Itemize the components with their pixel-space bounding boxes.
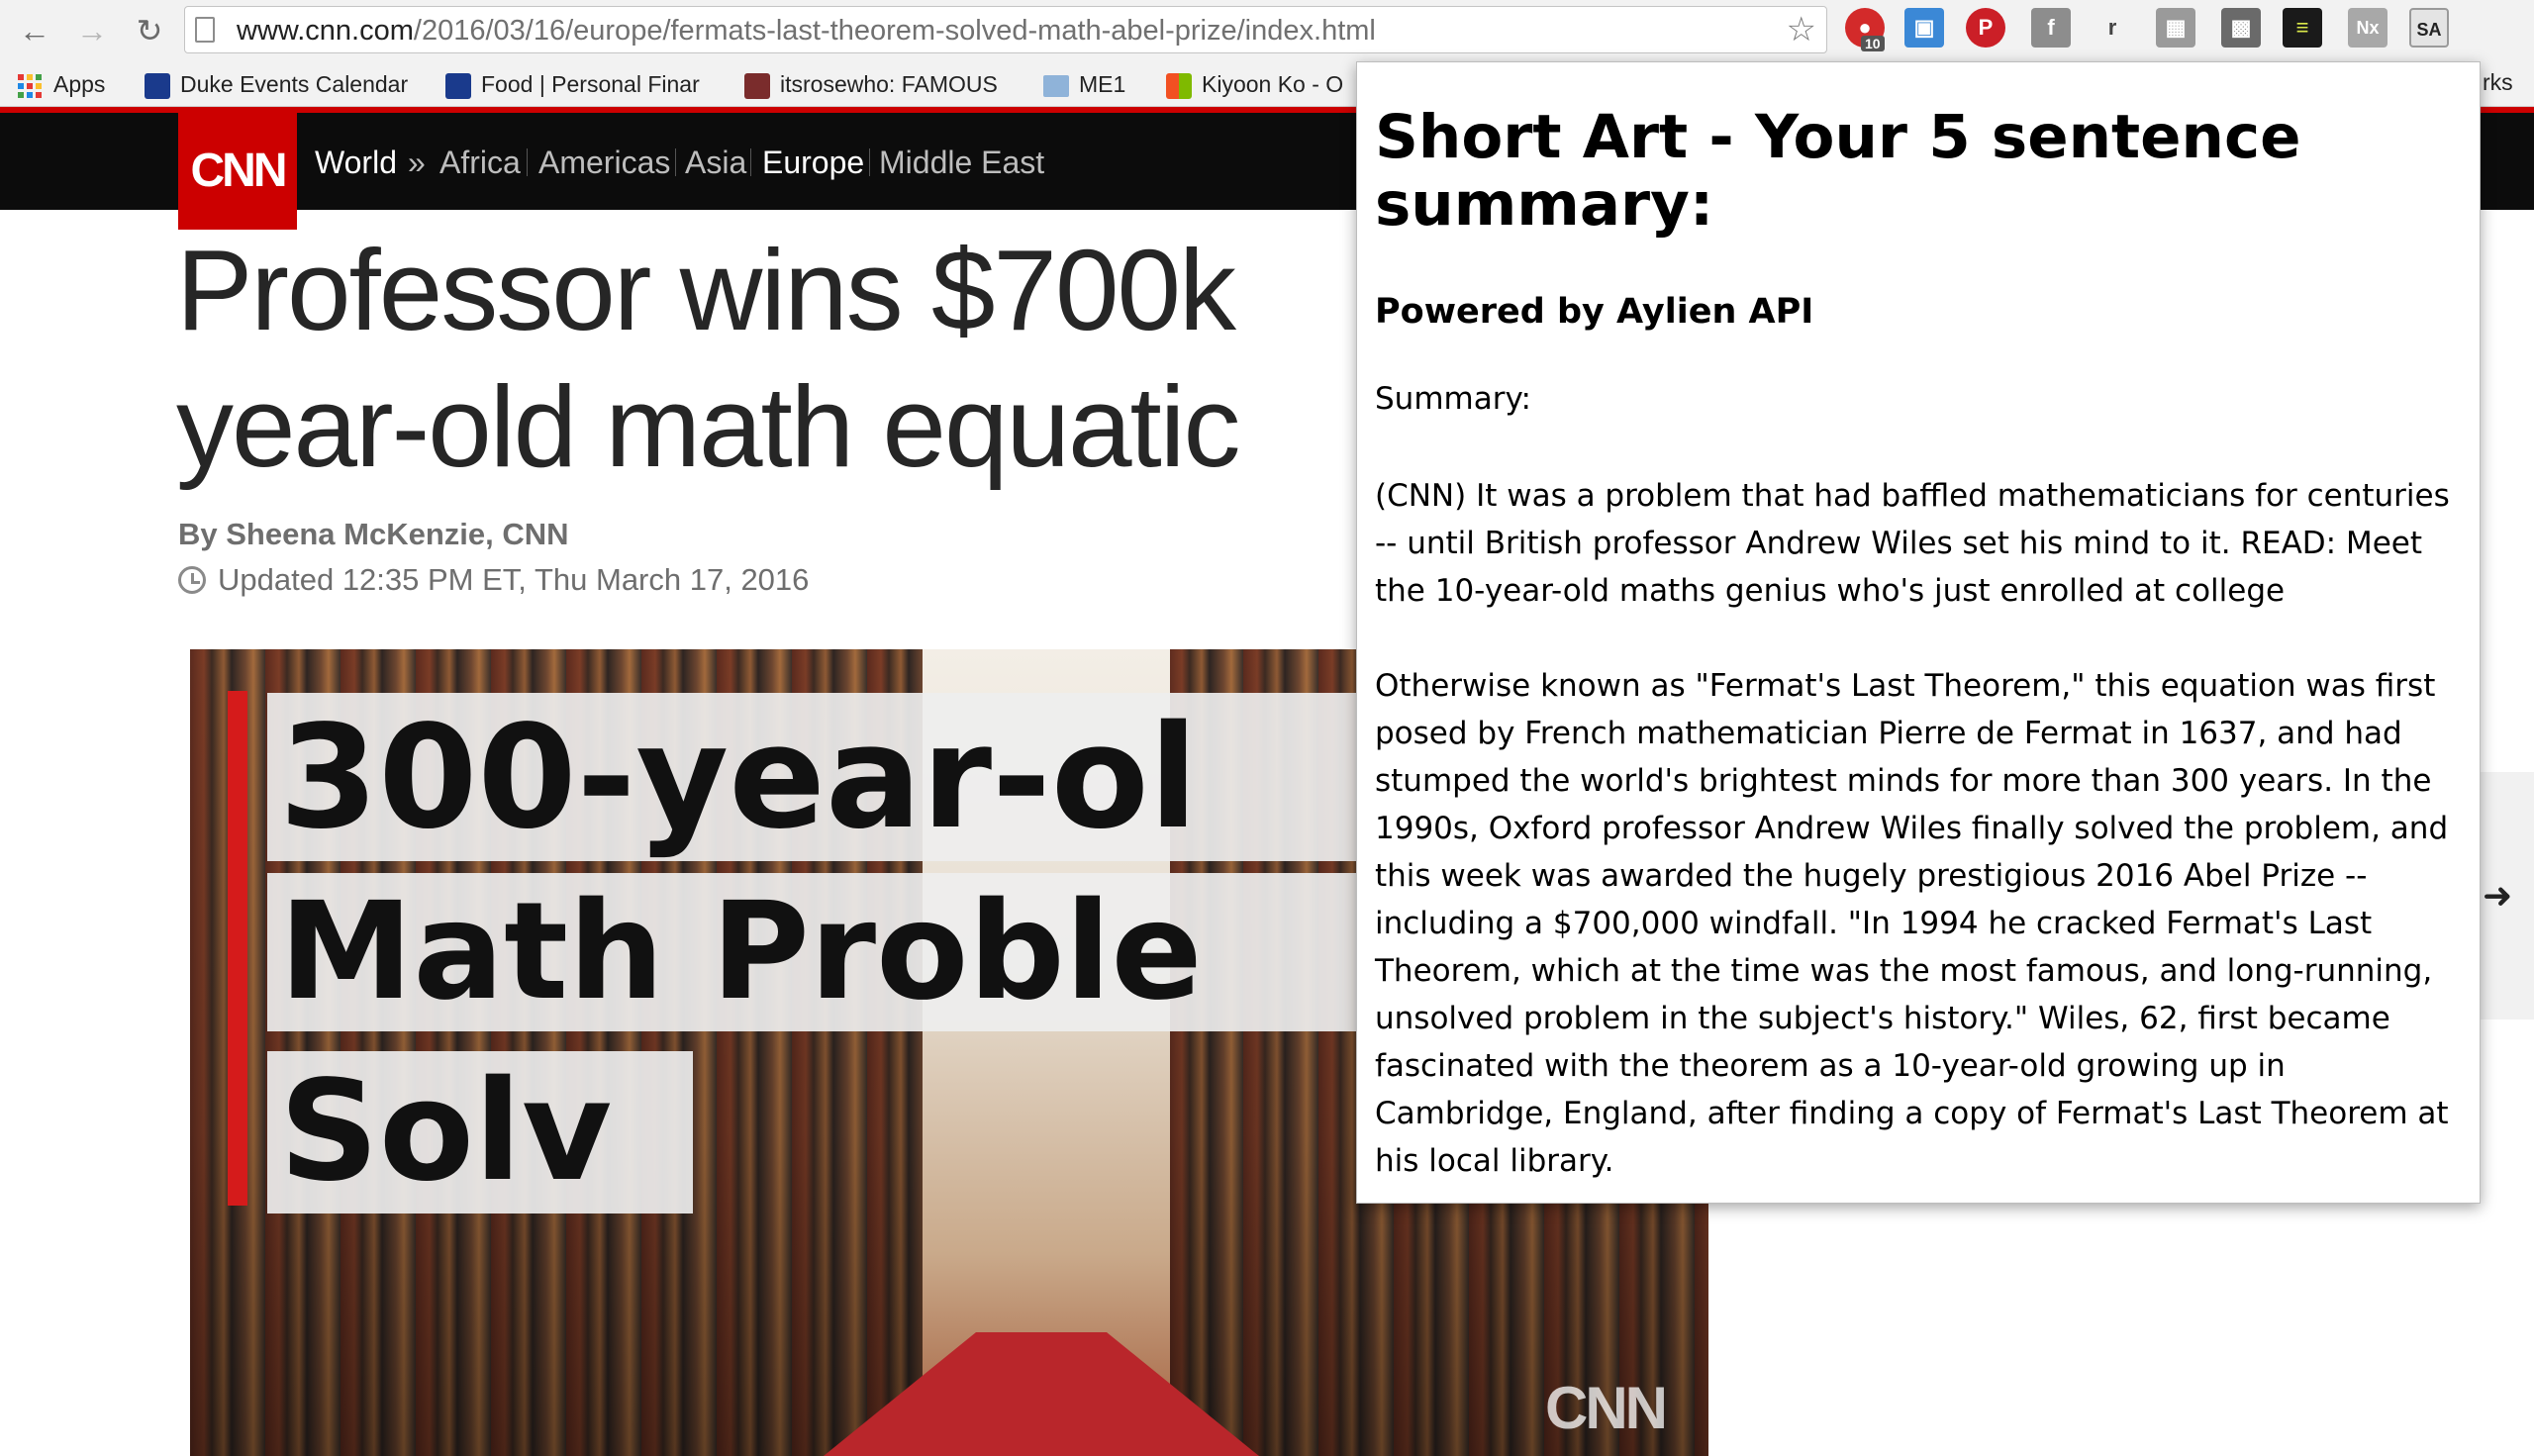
breadcrumb-asia[interactable]: Asia — [685, 145, 746, 181]
bookmark-itsrosewho[interactable]: itsrosewho: FAMOUS — [744, 69, 1018, 99]
bookmark-label: Food | Personal Finar — [481, 71, 700, 97]
reload-icon[interactable]: ↻ — [129, 10, 170, 51]
breadcrumb-divider — [527, 148, 528, 176]
bookmark-label: Duke Events Calendar — [180, 71, 409, 97]
extension-f-icon[interactable]: f — [2031, 8, 2071, 48]
browser-toolbar: ← → ↻ www.cnn.com/2016/03/16/europe/ferm… — [0, 0, 2534, 61]
extension-stack-icon[interactable]: ▦ — [2156, 8, 2195, 48]
breadcrumb-separator: » — [408, 145, 426, 180]
url-path: /2016/03/16/europe/fermats-last-theorem-… — [413, 15, 1376, 47]
breadcrumb-europe[interactable]: Europe — [762, 145, 864, 181]
bookmark-label: Apps — [53, 71, 106, 97]
breadcrumb-divider — [869, 148, 870, 176]
microsoft-icon — [1166, 72, 1192, 99]
popup-subtitle: Powered by Aylien API — [1375, 292, 1814, 332]
breadcrumb-americas[interactable]: Americas — [538, 145, 670, 181]
popup-title: Short Art - Your 5 sentence summary: — [1375, 102, 2301, 240]
article-byline[interactable]: By Sheena McKenzie, CNN — [178, 517, 569, 552]
forward-icon[interactable]: → — [71, 10, 113, 51]
bookmark-overflow[interactable]: rks — [2483, 69, 2513, 96]
url-text[interactable]: www.cnn.com/2016/03/16/europe/fermats-la… — [237, 15, 1376, 48]
apps-grid-icon — [18, 73, 42, 98]
breadcrumb-world[interactable]: World — [315, 145, 397, 181]
article-timestamp: Updated 12:35 PM ET, Thu March 17, 2016 — [178, 562, 809, 598]
headline-line-2: year-old math equatic — [176, 362, 1240, 491]
updated-text: Updated 12:35 PM ET, Thu March 17, 2016 — [218, 562, 810, 597]
short-art-popup: Short Art - Your 5 sentence summary: Pow… — [1356, 61, 2481, 1204]
summary-paragraph-2: Otherwise known as "Fermat's Last Theore… — [1375, 668, 2449, 1179]
video-title-accent — [228, 691, 247, 1206]
url-domain: www.cnn.com — [237, 15, 414, 47]
breadcrumb-divider — [675, 148, 676, 176]
headline-line-1: Professor wins $700k — [176, 226, 1236, 354]
summary-paragraph-1: (CNN) It was a problem that had baffled … — [1375, 478, 2450, 609]
extension-badge: 10 — [1861, 36, 1885, 51]
breadcrumb-africa[interactable]: Africa — [439, 145, 521, 181]
bookmark-duke-events[interactable]: Duke Events Calendar — [145, 69, 408, 99]
address-bar[interactable]: www.cnn.com/2016/03/16/europe/fermats-la… — [184, 6, 1827, 53]
bookmark-label: Kiyoon Ko - O — [1202, 71, 1344, 97]
next-arrow-icon[interactable]: ➜ — [2483, 875, 2512, 917]
bookmark-kiyoon-ko[interactable]: Kiyoon Ko - O — [1166, 69, 1354, 99]
breadcrumb-divider — [750, 148, 751, 176]
extension-adblock-icon[interactable]: ● 10 — [1845, 8, 1885, 51]
page-icon — [195, 17, 215, 43]
extension-r-icon[interactable]: r — [2093, 8, 2132, 48]
back-icon[interactable]: ← — [14, 10, 55, 51]
bookmark-food-finance[interactable]: Food | Personal Finar — [445, 69, 723, 99]
extension-nx-icon[interactable]: Nx — [2348, 8, 2388, 48]
video-title-line-2: Math Proble — [267, 873, 1455, 1031]
duke-icon — [445, 72, 471, 99]
video-title-line-3: Solv — [267, 1051, 693, 1213]
bookmark-me1[interactable]: ME1 — [1043, 69, 1125, 99]
video-title-line-1: 300-year-ol — [267, 693, 1514, 861]
short-art-extension-icon[interactable]: SA — [2409, 8, 2449, 48]
pinterest-icon[interactable]: P — [1966, 8, 2005, 48]
bookmark-star-icon[interactable]: ☆ — [1787, 11, 1816, 49]
summary-label: Summary: — [1375, 381, 1531, 417]
breadcrumb-middle-east[interactable]: Middle East — [879, 145, 1044, 181]
bookmark-label: itsrosewho: FAMOUS — [780, 71, 998, 97]
bitch-icon — [744, 72, 770, 99]
article-headline: Professor wins $700k year-old math equat… — [176, 222, 1240, 495]
clock-icon — [178, 566, 206, 594]
cnn-logo[interactable]: CNN — [178, 113, 297, 230]
bookmark-apps[interactable]: Apps — [18, 69, 105, 99]
duke-icon — [145, 72, 170, 99]
video-cnn-watermark: CNN — [1545, 1375, 1668, 1441]
bookmark-label: ME1 — [1079, 71, 1126, 97]
library-carpet — [824, 1332, 1259, 1456]
extension-pocket-icon[interactable]: ▣ — [1904, 8, 1944, 48]
extension-lines-icon[interactable]: ≡ — [2283, 8, 2322, 48]
folder-icon — [1043, 74, 1069, 97]
extension-grid-icon[interactable]: ▩ — [2221, 8, 2261, 48]
